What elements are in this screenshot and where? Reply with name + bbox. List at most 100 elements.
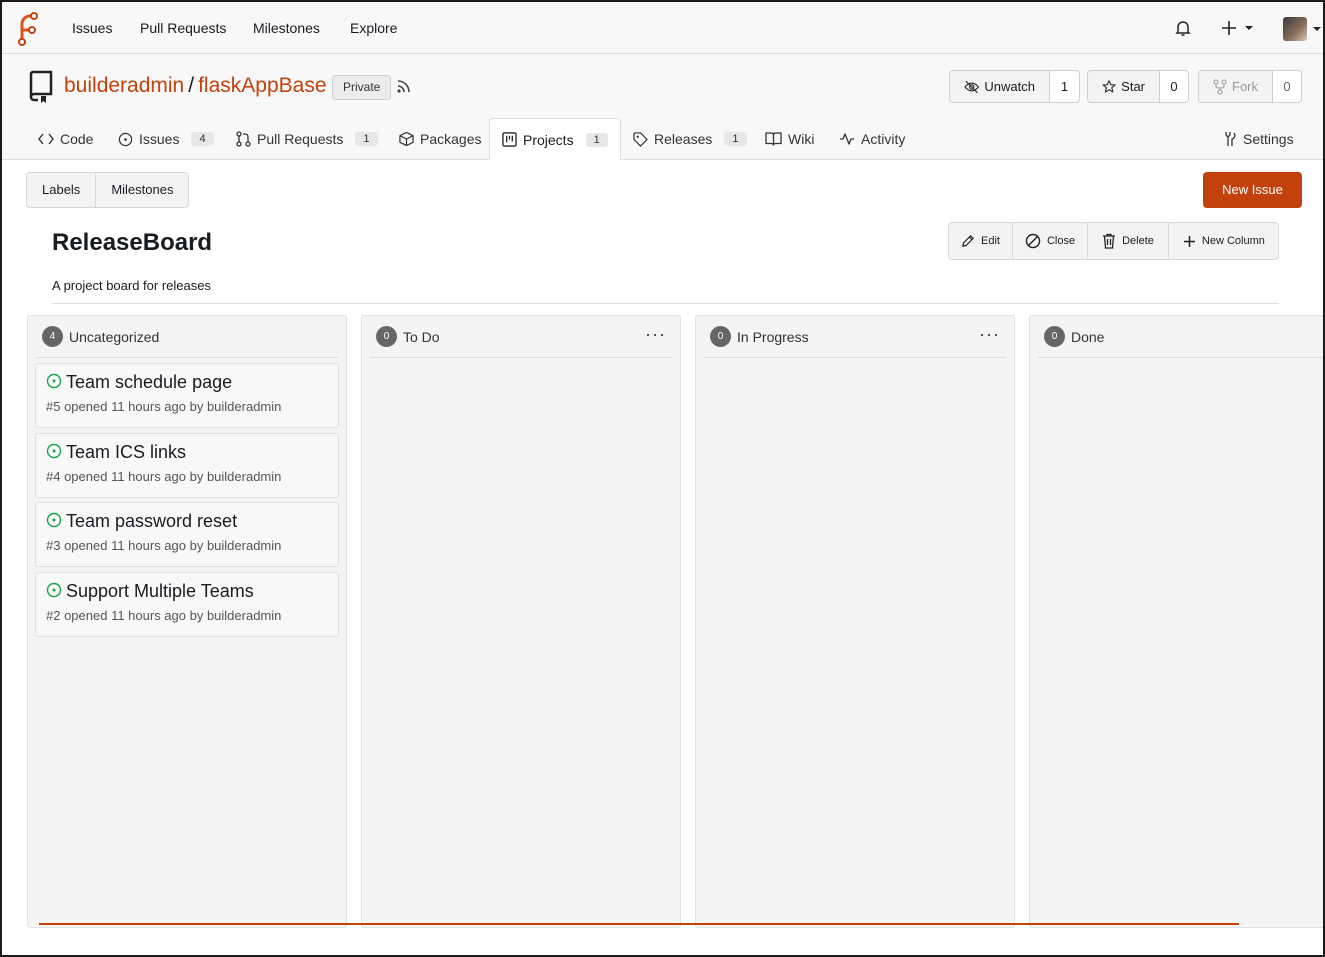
issue-icon xyxy=(118,132,133,146)
horizontal-scrollbar[interactable] xyxy=(39,923,1239,925)
issue-subnav: Labels Milestones xyxy=(26,172,190,208)
board-column-uncategorized: 4 Uncategorized Team schedule page #5 op… xyxy=(27,315,347,928)
rss-icon[interactable] xyxy=(396,78,412,94)
tab-code-label: Code xyxy=(60,131,94,147)
new-column-button[interactable]: New Column xyxy=(1169,223,1277,259)
issue-card-meta: #3 opened 11 hours ago by builderadmin xyxy=(46,538,282,553)
delete-button[interactable]: Delete xyxy=(1088,223,1169,259)
project-actions: Edit Close Delete New Column xyxy=(948,222,1279,260)
column-menu-icon[interactable]: ··· xyxy=(979,324,1000,345)
column-menu-icon[interactable]: ··· xyxy=(645,324,666,345)
tab-projects-count: 1 xyxy=(585,132,608,147)
logo-icon[interactable] xyxy=(12,12,40,46)
repo-header: builderadmin / flaskAppBase Private Unwatc… xyxy=(2,54,1323,161)
milestones-button[interactable]: Milestones xyxy=(95,173,188,207)
issue-card-title[interactable]: Team password reset xyxy=(66,511,237,532)
nav-milestones[interactable]: Milestones xyxy=(253,20,320,36)
repo-icon xyxy=(29,70,53,103)
tab-pull-requests-label: Pull Requests xyxy=(257,131,344,147)
repo-name-link[interactable]: flaskAppBase xyxy=(198,74,326,97)
chevron-down-icon[interactable] xyxy=(1312,26,1322,32)
delete-label: Delete xyxy=(1122,235,1154,247)
repo-tabs: Code Issues 4 Pull Requests 1 Packages P… xyxy=(2,118,1323,161)
star-count[interactable]: 0 xyxy=(1160,71,1188,102)
pulse-icon xyxy=(840,133,854,145)
avatar[interactable] xyxy=(1283,17,1307,41)
issue-card[interactable]: Support Multiple Teams #2 opened 11 hour… xyxy=(35,572,339,637)
column-count-badge: 0 xyxy=(710,326,731,347)
bell-icon[interactable] xyxy=(1174,19,1192,37)
fork-button[interactable]: Fork xyxy=(1199,71,1273,102)
tab-projects-label: Projects xyxy=(523,131,574,148)
issue-card[interactable]: Team schedule page #5 opened 11 hours ag… xyxy=(35,363,339,428)
edit-button[interactable]: Edit xyxy=(949,223,1013,259)
tab-releases[interactable]: Releases 1 xyxy=(633,118,747,160)
tab-packages-label: Packages xyxy=(420,131,482,147)
star-label: Star xyxy=(1121,79,1145,94)
circle-slash-icon xyxy=(1025,233,1041,249)
board-column-done: 0 Done xyxy=(1029,315,1323,928)
fork-button-group: Fork 0 xyxy=(1198,70,1302,103)
star-icon xyxy=(1102,80,1116,93)
repo-title: builderadmin / flaskAppBase xyxy=(64,74,327,98)
watch-button-group: Unwatch 1 xyxy=(949,70,1080,103)
issue-card[interactable]: Team ICS links #4 opened 11 hours ago by… xyxy=(35,433,339,498)
tab-releases-count: 1 xyxy=(724,132,747,146)
nav-pull-requests[interactable]: Pull Requests xyxy=(140,20,226,36)
issue-card-meta: #5 opened 11 hours ago by builderadmin xyxy=(46,399,282,414)
tab-issues-count: 4 xyxy=(191,132,214,146)
issue-card-title[interactable]: Support Multiple Teams xyxy=(66,581,254,602)
tab-wiki[interactable]: Wiki xyxy=(765,118,814,160)
unwatch-label: Unwatch xyxy=(984,79,1035,94)
eye-slash-icon xyxy=(964,80,980,93)
visibility-badge: Private xyxy=(332,75,392,100)
tab-code[interactable]: Code xyxy=(38,118,93,160)
issue-card-meta: #4 opened 11 hours ago by builderadmin xyxy=(46,469,282,484)
issue-open-icon xyxy=(46,582,62,598)
issue-card-title[interactable]: Team schedule page xyxy=(66,372,232,393)
unwatch-button[interactable]: Unwatch xyxy=(950,71,1050,102)
column-title: Uncategorized xyxy=(69,328,160,345)
column-header: 0 In Progress ··· xyxy=(704,316,1006,358)
new-column-label: New Column xyxy=(1201,235,1265,247)
column-count-badge: 0 xyxy=(376,326,397,347)
column-title: To Do xyxy=(403,328,440,345)
tab-packages[interactable]: Packages xyxy=(399,118,481,160)
issue-open-icon xyxy=(46,373,62,389)
book-icon xyxy=(765,132,782,146)
tab-pull-requests-count: 1 xyxy=(355,132,378,146)
fork-count[interactable]: 0 xyxy=(1273,71,1301,102)
issue-card[interactable]: Team password reset #3 opened 11 hours a… xyxy=(35,502,339,567)
fork-icon xyxy=(1213,78,1227,95)
plus-dropdown-icon[interactable] xyxy=(1221,20,1255,36)
tab-activity[interactable]: Activity xyxy=(839,118,905,160)
nav-explore[interactable]: Explore xyxy=(350,20,397,36)
tab-settings[interactable]: Settings xyxy=(1222,118,1294,160)
issue-card-title[interactable]: Team ICS links xyxy=(66,442,186,463)
edit-label: Edit xyxy=(981,235,1000,247)
column-title: Done xyxy=(1071,328,1105,345)
tab-projects[interactable]: Projects 1 xyxy=(489,118,621,161)
tab-wiki-label: Wiki xyxy=(788,131,815,147)
board-column-to-do: 0 To Do ··· xyxy=(361,315,681,928)
watch-count[interactable]: 1 xyxy=(1050,71,1079,102)
top-navbar: Issues Pull Requests Milestones Explore xyxy=(2,2,1323,54)
close-label: Close xyxy=(1046,235,1076,247)
column-header: 0 Done xyxy=(1038,316,1323,358)
board-column-in-progress: 0 In Progress ··· xyxy=(695,315,1015,928)
tab-pull-requests[interactable]: Pull Requests 1 xyxy=(236,118,378,160)
issue-open-icon xyxy=(46,512,62,528)
tab-releases-label: Releases xyxy=(654,131,713,147)
tools-icon xyxy=(1225,132,1236,146)
close-button[interactable]: Close xyxy=(1013,223,1089,259)
star-button[interactable]: Star xyxy=(1088,71,1160,102)
star-button-group: Star 0 xyxy=(1087,70,1189,103)
tag-icon xyxy=(633,131,648,147)
repo-owner-link[interactable]: builderadmin xyxy=(64,74,184,97)
new-issue-button[interactable]: New Issue xyxy=(1203,172,1302,208)
tab-issues[interactable]: Issues 4 xyxy=(118,118,214,160)
nav-issues[interactable]: Issues xyxy=(72,20,112,36)
project-description: A project board for releases xyxy=(52,278,211,293)
pencil-icon xyxy=(962,235,974,247)
labels-button[interactable]: Labels xyxy=(27,173,95,207)
